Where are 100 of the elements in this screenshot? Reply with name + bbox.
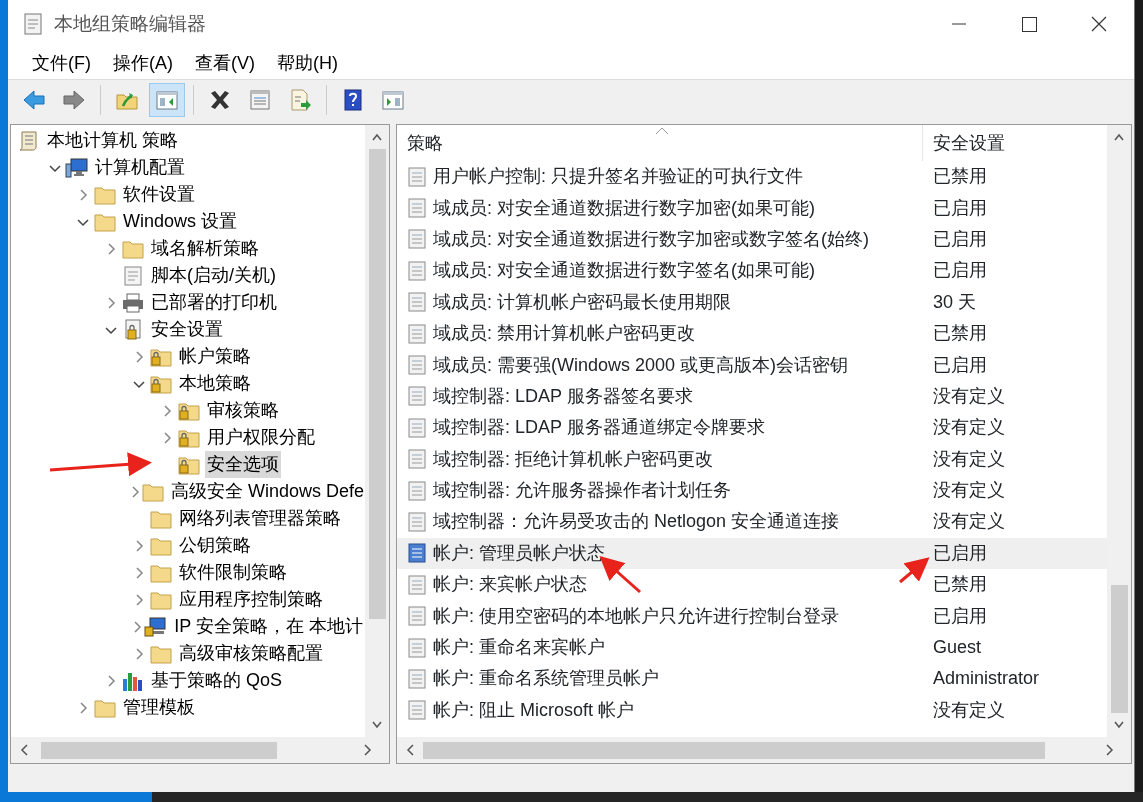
menu-item[interactable]: 帮助(H) xyxy=(267,50,350,77)
security-setting: 没有定义 xyxy=(932,384,1005,408)
export-icon xyxy=(288,88,312,112)
tree-item[interactable]: 本地策略 xyxy=(177,370,253,397)
policy-icon xyxy=(407,291,427,314)
expand-chevron-icon[interactable] xyxy=(133,350,145,363)
policy-name: 帐户: 来宾帐户状态 xyxy=(433,573,587,597)
expand-chevron-icon[interactable] xyxy=(77,701,89,714)
tree-item[interactable]: 安全设置 xyxy=(149,316,225,343)
column-header[interactable]: 策略 xyxy=(397,125,923,161)
sort-icon xyxy=(655,127,669,135)
minimize-icon xyxy=(952,23,966,25)
security-setting: 已启用 xyxy=(932,604,987,628)
tree-item[interactable]: 本地计算机 策略 xyxy=(45,127,180,154)
security-setting: 没有定义 xyxy=(932,698,1005,722)
security-setting: 已禁用 xyxy=(932,573,987,597)
policy-name: 域成员: 需要强(Windows 2000 或更高版本)会话密钥 xyxy=(433,353,849,377)
scroll-left-icon[interactable] xyxy=(20,744,28,756)
expand-chevron-icon[interactable] xyxy=(133,566,145,579)
expand-chevron-icon[interactable] xyxy=(161,404,173,417)
security-setting: 已启用 xyxy=(932,227,987,251)
security-setting: 没有定义 xyxy=(932,447,1005,471)
tree-item[interactable]: 帐户策略 xyxy=(177,343,253,370)
column-header[interactable]: 安全设置 xyxy=(923,125,1005,161)
tree-item[interactable]: 计算机配置 xyxy=(93,154,187,181)
expand-chevron-icon[interactable] xyxy=(105,296,117,309)
expand-chevron-icon[interactable] xyxy=(77,188,89,201)
pane-toggle-icon xyxy=(381,88,405,112)
back-arrow-icon xyxy=(22,88,46,112)
policy-icon xyxy=(407,354,427,377)
policy-icon xyxy=(407,448,427,471)
security-setting: 已启用 xyxy=(932,259,987,283)
scroll-up-icon[interactable] xyxy=(1114,133,1124,141)
app-icon xyxy=(22,12,44,36)
policy-icon xyxy=(407,385,427,408)
tree-item[interactable]: IP 安全策略，在 本地计 xyxy=(172,613,365,640)
tree-item[interactable]: 管理模板 xyxy=(121,694,197,721)
policy-name: 域控制器: 拒绝计算机帐户密码更改 xyxy=(433,447,713,471)
policy-icon xyxy=(407,479,427,502)
scroll-right-icon[interactable] xyxy=(1106,744,1114,756)
security-setting: 没有定义 xyxy=(932,416,1005,440)
tree-item[interactable]: 应用程序控制策略 xyxy=(177,586,325,613)
security-setting: 没有定义 xyxy=(932,510,1005,534)
scroll-down-icon[interactable] xyxy=(372,721,382,729)
expand-chevron-icon[interactable] xyxy=(105,674,117,687)
scroll-left-icon[interactable] xyxy=(406,744,414,756)
policy-name: 域控制器: LDAP 服务器通道绑定令牌要求 xyxy=(433,416,765,440)
menu-item[interactable]: 查看(V) xyxy=(185,50,267,77)
policy-icon xyxy=(407,416,427,439)
script-icon xyxy=(121,263,145,288)
security-setting: 已启用 xyxy=(932,353,987,377)
policy-icon xyxy=(407,228,427,251)
policy-icon xyxy=(407,197,427,220)
expand-chevron-icon[interactable] xyxy=(129,485,141,498)
policy-name: 域成员: 计算机帐户密码最长使用期限 xyxy=(433,290,731,314)
tree-item[interactable]: 网络列表管理器策略 xyxy=(177,505,343,532)
policy-icon xyxy=(407,165,427,188)
policy-name: 帐户: 阻止 Microsoft 帐户 xyxy=(433,698,634,722)
menu-item[interactable]: 操作(A) xyxy=(103,50,185,77)
tree-item[interactable]: Windows 设置 xyxy=(121,208,240,235)
scrollbar-thumb[interactable] xyxy=(368,149,386,619)
window-title: 本地组策略编辑器 xyxy=(54,11,207,36)
tree-item[interactable]: 用户权限分配 xyxy=(205,424,317,451)
pane-toggle-button[interactable] xyxy=(149,83,185,117)
computer-icon xyxy=(65,155,89,180)
tree-item[interactable]: 审核策略 xyxy=(205,397,281,424)
tree-item[interactable]: 已部署的打印机 xyxy=(149,289,279,316)
expand-chevron-icon[interactable] xyxy=(133,539,145,552)
menu-item[interactable]: 文件(F) xyxy=(22,50,103,77)
scroll-down-icon[interactable] xyxy=(1114,721,1124,729)
delete-icon xyxy=(208,88,232,112)
policy-icon xyxy=(407,605,427,628)
expand-chevron-icon[interactable] xyxy=(133,593,145,606)
expand-chevron-icon[interactable] xyxy=(133,647,145,660)
tree-item[interactable]: 脚本(启动/关机) xyxy=(149,262,278,289)
tree-item[interactable]: 安全选项 xyxy=(205,451,281,478)
maximize-icon xyxy=(1021,16,1037,32)
scroll-right-icon[interactable] xyxy=(364,744,372,756)
policy-name: 域成员: 对安全通道数据进行数字签名(如果可能) xyxy=(433,259,815,283)
scrollbar-thumb[interactable] xyxy=(41,741,277,759)
scrollbar-thumb[interactable] xyxy=(1110,585,1128,713)
tree-item[interactable]: 软件设置 xyxy=(121,181,197,208)
expand-chevron-icon[interactable] xyxy=(105,242,117,255)
expand-chevron-icon[interactable] xyxy=(161,431,173,444)
policy-name: 域控制器: LDAP 服务器签名要求 xyxy=(433,384,693,408)
tree-item[interactable]: 高级审核策略配置 xyxy=(177,640,325,667)
policy-name: 域成员: 对安全通道数据进行数字加密(如果可能) xyxy=(433,196,815,220)
tree-item[interactable]: 软件限制策略 xyxy=(177,559,289,586)
policy-icon xyxy=(407,636,427,659)
scrollbar-thumb[interactable] xyxy=(423,741,1045,759)
policy-name: 帐户: 重命名系统管理员帐户 xyxy=(433,667,659,691)
tree-item[interactable]: 域名解析策略 xyxy=(149,235,261,262)
tree-item[interactable]: 公钥策略 xyxy=(177,532,253,559)
tree-item[interactable]: 高级安全 Windows Defe xyxy=(169,478,365,505)
tree-item[interactable]: 基于策略的 QoS xyxy=(149,667,285,694)
security-setting: 30 天 xyxy=(932,290,977,314)
security-setting: 已禁用 xyxy=(932,165,987,189)
security-setting: 已禁用 xyxy=(932,322,987,346)
scroll-up-icon[interactable] xyxy=(372,133,382,141)
close-icon xyxy=(1091,16,1107,32)
